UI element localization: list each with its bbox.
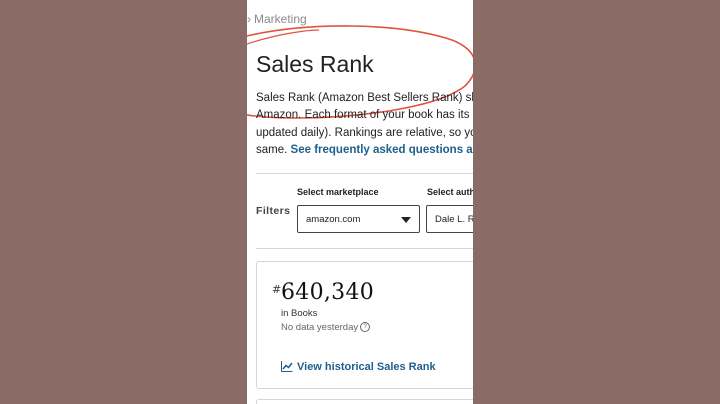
description-line: Sales Rank (Amazon Best Sellers Rank) sh… [256,92,473,104]
sales-rank-card: # 640,340 in Books No data yesterday? Vi… [256,261,473,389]
divider [256,173,473,174]
sales-rank-panel: › Marketing Sales Rank Sales Rank (Amazon… [247,0,473,404]
description-line: Amazon. Each format of your book has its [256,109,470,122]
filters-label: Filters [256,205,291,217]
sales-rank-value: 640,340 [281,280,375,305]
breadcrumb[interactable]: › Marketing [247,12,307,26]
line-chart-icon [281,361,293,372]
marketplace-select[interactable]: amazon.com [297,205,420,233]
description-line: updated daily). Rankings are relative, s… [256,126,473,139]
divider [256,248,473,249]
author-label: Select auth [427,187,473,197]
no-data-text: No data yesterday? [281,322,371,333]
chevron-down-icon [401,217,411,223]
breadcrumb-separator-icon: › [247,12,251,26]
author-value: Dale L. R [435,214,473,225]
page-title: Sales Rank [256,51,374,77]
description: Sales Rank (Amazon Best Sellers Rank) sh… [256,90,473,159]
description-line: same. [256,143,288,156]
author-select[interactable]: Dale L. R [426,205,473,233]
marketplace-label: Select marketplace [297,187,379,197]
view-historical-rank-label: View historical Sales Rank [297,361,436,373]
view-historical-rank-link[interactable]: View historical Sales Rank [281,361,436,373]
rank-hash: # [272,283,282,296]
help-icon[interactable]: ? [360,322,371,333]
faq-link[interactable]: See frequently asked questions abou [291,144,473,156]
next-card [256,399,473,404]
breadcrumb-marketing-link[interactable]: Marketing [254,12,307,26]
marketplace-value: amazon.com [306,214,361,225]
no-data-label: No data yesterday [281,322,359,333]
rank-category: in Books [281,308,318,319]
